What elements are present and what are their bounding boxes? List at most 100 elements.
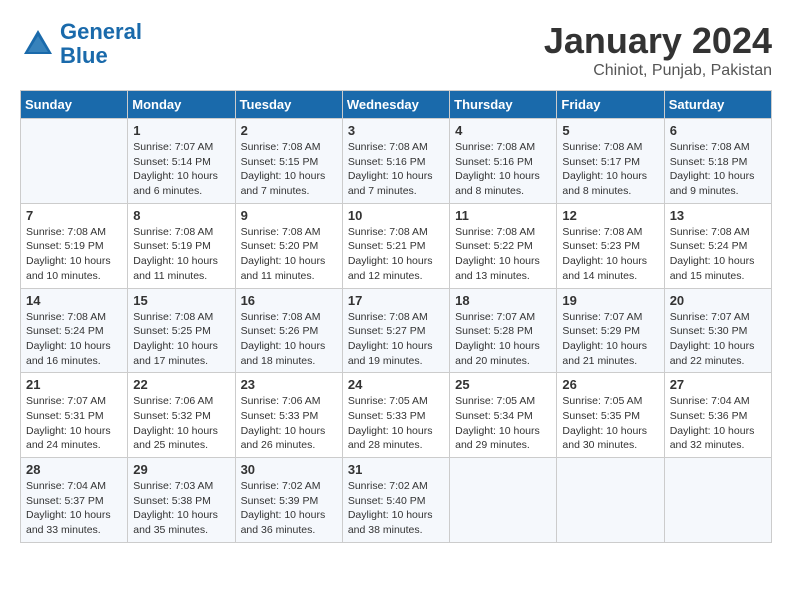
day-cell: 15Sunrise: 7:08 AM Sunset: 5:25 PM Dayli… (128, 288, 235, 373)
day-cell: 10Sunrise: 7:08 AM Sunset: 5:21 PM Dayli… (342, 203, 449, 288)
day-cell: 8Sunrise: 7:08 AM Sunset: 5:19 PM Daylig… (128, 203, 235, 288)
header-row: SundayMondayTuesdayWednesdayThursdayFrid… (21, 91, 772, 119)
day-info: Sunrise: 7:08 AM Sunset: 5:22 PM Dayligh… (455, 225, 551, 284)
day-number: 8 (133, 208, 229, 223)
day-number: 27 (670, 377, 766, 392)
day-info: Sunrise: 7:06 AM Sunset: 5:32 PM Dayligh… (133, 394, 229, 453)
day-info: Sunrise: 7:07 AM Sunset: 5:14 PM Dayligh… (133, 140, 229, 199)
day-cell: 7 Sunrise: 7:08 AM Sunset: 5:19 PM Daylig… (21, 203, 128, 288)
day-cell: 20Sunrise: 7:07 AM Sunset: 5:30 PM Dayli… (664, 288, 771, 373)
title-area: January 2024 Chiniot, Punjab, Pakistan (544, 20, 772, 80)
column-header-sunday: Sunday (21, 91, 128, 119)
column-header-saturday: Saturday (664, 91, 771, 119)
day-cell: 13 Sunrise: 7:08 AM Sunset: 5:24 PM Dayli… (664, 203, 771, 288)
day-info: Sunrise: 7:08 AM Sunset: 5:18 PM Dayligh… (670, 140, 766, 199)
day-number: 13 (670, 208, 766, 223)
day-cell: 25 Sunrise: 7:05 AM Sunset: 5:34 PM Dayli… (450, 373, 557, 458)
day-info: Sunrise: 7:08 AM Sunset: 5:16 PM Dayligh… (348, 140, 444, 199)
day-info: Sunrise: 7:04 AM Sunset: 5:37 PM Dayligh… (26, 479, 122, 538)
logo-text: General Blue (60, 20, 142, 68)
day-cell: 14 Sunrise: 7:08 AM Sunset: 5:24 PM Dayli… (21, 288, 128, 373)
day-cell: 17Sunrise: 7:08 AM Sunset: 5:27 PM Dayli… (342, 288, 449, 373)
logo-line1: General (60, 19, 142, 44)
day-info: Sunrise: 7:08 AM Sunset: 5:23 PM Dayligh… (562, 225, 658, 284)
day-cell: 3 Sunrise: 7:08 AM Sunset: 5:16 PM Daylig… (342, 119, 449, 204)
day-number: 24 (348, 377, 444, 392)
day-info: Sunrise: 7:07 AM Sunset: 5:29 PM Dayligh… (562, 310, 658, 369)
day-info: Sunrise: 7:08 AM Sunset: 5:16 PM Dayligh… (455, 140, 551, 199)
day-cell: 2 Sunrise: 7:08 AM Sunset: 5:15 PM Daylig… (235, 119, 342, 204)
day-number: 1 (133, 123, 229, 138)
day-number: 10 (348, 208, 444, 223)
day-info: Sunrise: 7:08 AM Sunset: 5:19 PM Dayligh… (26, 225, 122, 284)
day-number: 31 (348, 462, 444, 477)
week-row-3: 14 Sunrise: 7:08 AM Sunset: 5:24 PM Dayli… (21, 288, 772, 373)
calendar-body: 1 Sunrise: 7:07 AM Sunset: 5:14 PM Daylig… (21, 119, 772, 543)
day-cell: 4 Sunrise: 7:08 AM Sunset: 5:16 PM Daylig… (450, 119, 557, 204)
day-info: Sunrise: 7:08 AM Sunset: 5:17 PM Dayligh… (562, 140, 658, 199)
day-number: 26 (562, 377, 658, 392)
day-info: Sunrise: 7:08 AM Sunset: 5:20 PM Dayligh… (241, 225, 337, 284)
day-cell: 12 Sunrise: 7:08 AM Sunset: 5:23 PM Dayli… (557, 203, 664, 288)
day-info: Sunrise: 7:08 AM Sunset: 5:24 PM Dayligh… (26, 310, 122, 369)
day-info: Sunrise: 7:05 AM Sunset: 5:35 PM Dayligh… (562, 394, 658, 453)
day-cell: 28 Sunrise: 7:04 AM Sunset: 5:37 PM Dayli… (21, 458, 128, 543)
day-number: 4 (455, 123, 551, 138)
day-number: 3 (348, 123, 444, 138)
day-cell: 11 Sunrise: 7:08 AM Sunset: 5:22 PM Dayli… (450, 203, 557, 288)
day-cell: 29Sunrise: 7:03 AM Sunset: 5:38 PM Dayli… (128, 458, 235, 543)
day-number: 2 (241, 123, 337, 138)
calendar-header: SundayMondayTuesdayWednesdayThursdayFrid… (21, 91, 772, 119)
day-info: Sunrise: 7:02 AM Sunset: 5:40 PM Dayligh… (348, 479, 444, 538)
day-number: 9 (241, 208, 337, 223)
day-number: 21 (26, 377, 122, 392)
day-cell: 6 Sunrise: 7:08 AM Sunset: 5:18 PM Daylig… (664, 119, 771, 204)
day-cell: 18Sunrise: 7:07 AM Sunset: 5:28 PM Dayli… (450, 288, 557, 373)
day-cell: 26 Sunrise: 7:05 AM Sunset: 5:35 PM Dayli… (557, 373, 664, 458)
week-row-2: 7 Sunrise: 7:08 AM Sunset: 5:19 PM Daylig… (21, 203, 772, 288)
day-cell: 9 Sunrise: 7:08 AM Sunset: 5:20 PM Daylig… (235, 203, 342, 288)
day-cell (21, 119, 128, 204)
day-cell: 16Sunrise: 7:08 AM Sunset: 5:26 PM Dayli… (235, 288, 342, 373)
calendar-table: SundayMondayTuesdayWednesdayThursdayFrid… (20, 90, 772, 543)
day-number: 14 (26, 293, 122, 308)
day-info: Sunrise: 7:08 AM Sunset: 5:26 PM Dayligh… (241, 310, 337, 369)
day-info: Sunrise: 7:08 AM Sunset: 5:15 PM Dayligh… (241, 140, 337, 199)
day-number: 30 (241, 462, 337, 477)
day-cell: 21Sunrise: 7:07 AM Sunset: 5:31 PM Dayli… (21, 373, 128, 458)
day-info: Sunrise: 7:06 AM Sunset: 5:33 PM Dayligh… (241, 394, 337, 453)
page-header: General Blue January 2024 Chiniot, Punja… (20, 20, 772, 80)
logo-line2: Blue (60, 43, 108, 68)
day-number: 12 (562, 208, 658, 223)
column-header-friday: Friday (557, 91, 664, 119)
day-cell: 24 Sunrise: 7:05 AM Sunset: 5:33 PM Dayli… (342, 373, 449, 458)
day-cell (450, 458, 557, 543)
day-number: 11 (455, 208, 551, 223)
day-number: 15 (133, 293, 229, 308)
day-number: 17 (348, 293, 444, 308)
day-info: Sunrise: 7:08 AM Sunset: 5:24 PM Dayligh… (670, 225, 766, 284)
day-cell: 22Sunrise: 7:06 AM Sunset: 5:32 PM Dayli… (128, 373, 235, 458)
logo-icon (20, 26, 56, 62)
day-info: Sunrise: 7:07 AM Sunset: 5:30 PM Dayligh… (670, 310, 766, 369)
day-number: 28 (26, 462, 122, 477)
day-cell: 19 Sunrise: 7:07 AM Sunset: 5:29 PM Dayli… (557, 288, 664, 373)
day-cell: 5Sunrise: 7:08 AM Sunset: 5:17 PM Daylig… (557, 119, 664, 204)
day-info: Sunrise: 7:05 AM Sunset: 5:33 PM Dayligh… (348, 394, 444, 453)
logo: General Blue (20, 20, 142, 68)
day-number: 19 (562, 293, 658, 308)
day-number: 25 (455, 377, 551, 392)
day-info: Sunrise: 7:04 AM Sunset: 5:36 PM Dayligh… (670, 394, 766, 453)
week-row-5: 28 Sunrise: 7:04 AM Sunset: 5:37 PM Dayli… (21, 458, 772, 543)
day-number: 6 (670, 123, 766, 138)
day-cell (557, 458, 664, 543)
day-info: Sunrise: 7:03 AM Sunset: 5:38 PM Dayligh… (133, 479, 229, 538)
day-info: Sunrise: 7:02 AM Sunset: 5:39 PM Dayligh… (241, 479, 337, 538)
day-info: Sunrise: 7:05 AM Sunset: 5:34 PM Dayligh… (455, 394, 551, 453)
day-number: 7 (26, 208, 122, 223)
week-row-4: 21Sunrise: 7:07 AM Sunset: 5:31 PM Dayli… (21, 373, 772, 458)
week-row-1: 1 Sunrise: 7:07 AM Sunset: 5:14 PM Daylig… (21, 119, 772, 204)
column-header-thursday: Thursday (450, 91, 557, 119)
day-cell (664, 458, 771, 543)
day-cell: 23Sunrise: 7:06 AM Sunset: 5:33 PM Dayli… (235, 373, 342, 458)
